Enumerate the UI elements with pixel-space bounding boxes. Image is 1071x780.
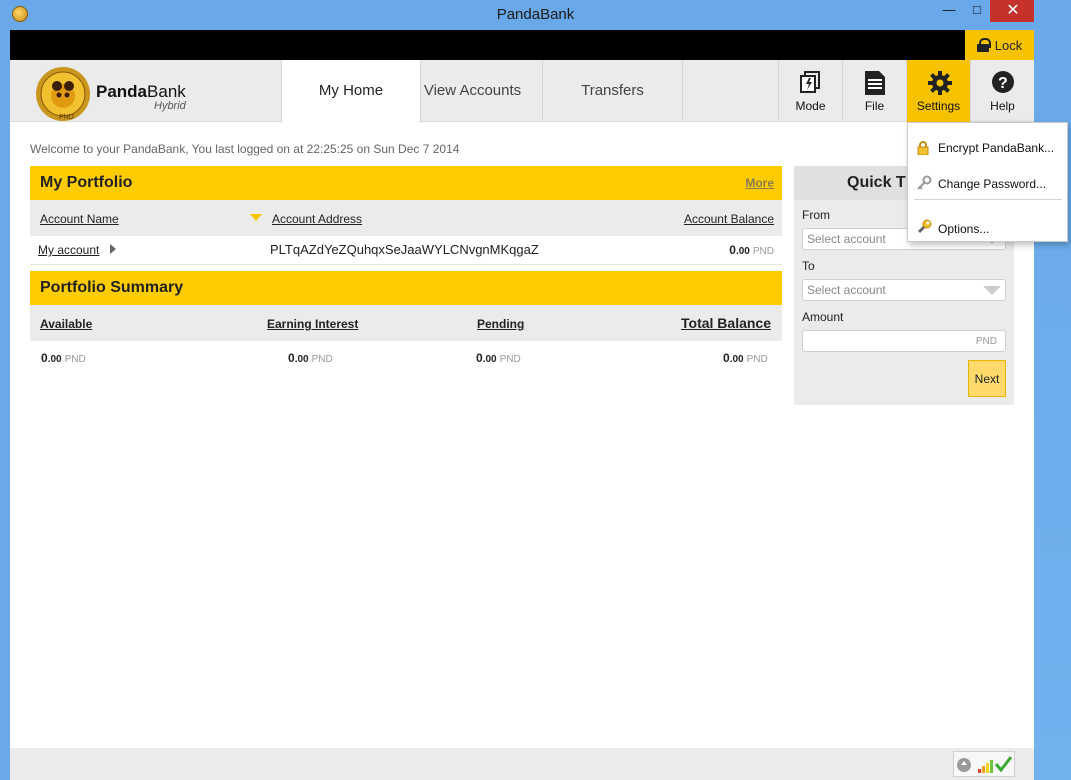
to-select-value: Select account [807,283,886,297]
status-bar [10,748,1034,780]
amount-input[interactable]: PND [802,330,1006,352]
svg-text:?: ? [998,75,1008,92]
col-account-address[interactable]: Account Address [272,212,362,226]
desktop-strip [1034,0,1071,780]
mode-label: Mode [795,99,826,113]
header: PND PandaBank Hybrid My Home View Accoun… [10,60,1034,123]
settings-button[interactable]: Settings [906,60,970,122]
help-button[interactable]: ? Help [970,60,1034,122]
signal-icon [978,769,981,773]
tab-my-home[interactable]: My Home [281,60,421,123]
lock-button[interactable]: Lock [965,30,1034,60]
earning-interest-value: 0.00 PND [288,351,333,365]
brand-subtitle: Hybrid [154,100,186,112]
close-button[interactable]: ✕ [990,0,1036,22]
total-balance-value: 0.00 PND [723,351,768,365]
more-link[interactable]: More [745,176,774,190]
document-icon [865,71,885,95]
top-bar: Lock [10,30,1034,60]
gear-icon [928,71,952,95]
network-status[interactable] [953,751,1015,777]
tab-transfers[interactable]: Transfers [543,60,683,122]
welcome-message: Welcome to your PandaBank, You last logg… [30,142,460,156]
lock-icon [917,141,929,155]
menu-item-options[interactable]: Options... [908,210,1067,240]
maximize-button[interactable]: □ [964,0,990,22]
lightning-mode-icon [800,71,820,93]
menu-item-encrypt[interactable]: Encrypt PandaBank... [908,129,1067,159]
menu-item-change-password[interactable]: Change Password... [908,165,1067,195]
expand-arrow-icon[interactable] [110,244,116,254]
chevron-down-icon [983,286,1001,295]
account-name-link[interactable]: My account [38,243,99,257]
panda-coin-logo: PND [32,64,94,122]
from-select-value: Select account [807,232,886,246]
portfolio-title: My Portfolio [40,174,133,191]
settings-menu: Encrypt PandaBank... Change Password... … [907,122,1068,242]
account-balance: 0.00 PND [729,243,774,257]
to-select[interactable]: Select account [802,279,1006,301]
col-available[interactable]: Available [40,317,92,331]
file-label: File [864,99,885,113]
menu-divider [914,199,1062,200]
help-icon: ? [992,71,1014,93]
sort-icon[interactable] [250,214,262,221]
wrench-icon [917,219,932,234]
lock-icon [976,38,991,52]
brand-name: PandaBank [96,82,186,101]
help-label: Help [990,99,1015,113]
amount-unit: PND [975,336,997,347]
tab-view-accounts[interactable]: View Accounts [403,60,543,122]
portfolio-columns: Account Name Account Address Account Bal… [30,200,782,236]
summary-title: Portfolio Summary [40,279,184,296]
summary-header: Portfolio Summary [30,271,782,305]
next-button[interactable]: Next [968,360,1006,397]
available-value: 0.00 PND [41,351,86,365]
col-total-balance[interactable]: Total Balance [681,315,771,331]
window-titlebar: PandaBank — □ ✕ [0,0,1071,30]
window-title: PandaBank [496,6,575,23]
quick-transfer-title: Quick T [847,174,906,191]
svg-text:PND: PND [59,114,74,121]
file-button[interactable]: File [842,60,906,122]
pending-value: 0.00 PND [476,351,521,365]
col-account-balance[interactable]: Account Balance [684,212,774,226]
mode-button[interactable]: Mode [778,60,842,122]
app-window: Lock PND PandaBank Hybrid My Home View A… [10,30,1034,780]
col-account-name[interactable]: Account Name [40,212,119,226]
settings-label: Settings [916,99,961,113]
portfolio-header: My Portfolio More [30,166,782,200]
amount-label: Amount [802,310,844,324]
minimize-button[interactable]: — [936,0,962,22]
account-address: PLTqAZdYeZQuhqxSeJaaWYLCNvgnMKqgaZ [270,242,539,257]
table-row[interactable]: My account PLTqAZdYeZQuhqxSeJaaWYLCNvgnM… [30,235,782,265]
to-label: To [802,259,815,273]
col-earning-interest[interactable]: Earning Interest [267,317,358,331]
col-pending[interactable]: Pending [477,317,524,331]
check-icon [994,756,1013,773]
key-icon [917,175,932,190]
summary-columns: Available Earning Interest Pending Total… [30,305,782,341]
lock-label: Lock [994,37,1023,53]
from-label: From [802,208,830,222]
